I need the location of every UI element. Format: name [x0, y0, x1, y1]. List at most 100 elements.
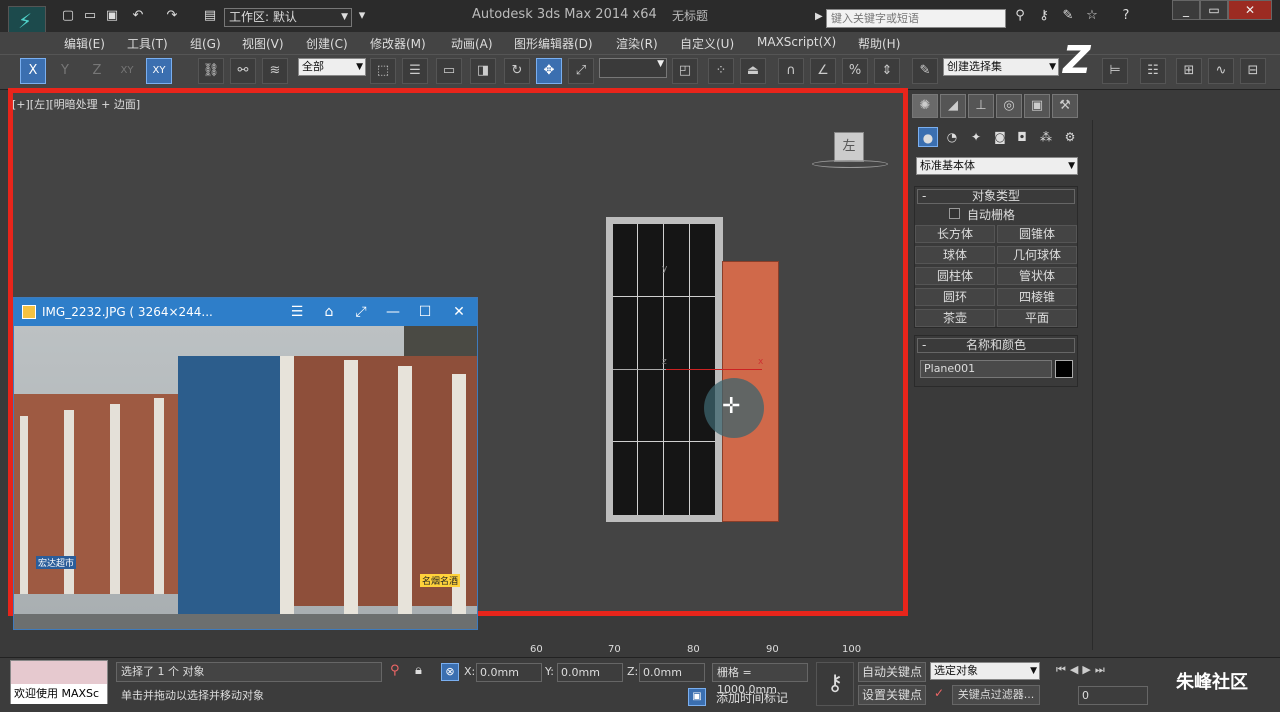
- cylinder-button[interactable]: 圆柱体: [915, 267, 995, 285]
- curve-editor-icon[interactable]: ∿: [1208, 58, 1234, 84]
- tube-button[interactable]: 管状体: [997, 267, 1077, 285]
- motion-tab-icon[interactable]: ◎: [996, 94, 1022, 118]
- key-filters-button[interactable]: 关键点过滤器...: [952, 685, 1040, 705]
- reference-coordinate-dropdown[interactable]: ▼: [599, 58, 667, 78]
- menu-modifiers[interactable]: 修改器(M): [370, 35, 426, 52]
- layer-manager-icon[interactable]: ☷: [1140, 58, 1166, 84]
- minimize-button[interactable]: _: [1172, 0, 1200, 20]
- undo-icon[interactable]: ↶: [130, 8, 146, 24]
- select-manipulate-icon[interactable]: ⁘: [708, 58, 734, 84]
- redo-icon[interactable]: ↷: [164, 8, 180, 24]
- object-color-swatch[interactable]: [1055, 360, 1073, 378]
- axis-xy-lock-button[interactable]: XY: [146, 58, 172, 84]
- sphere-button[interactable]: 球体: [915, 246, 995, 264]
- pyramid-button[interactable]: 四棱锥: [997, 288, 1077, 306]
- viewcube[interactable]: 左: [834, 132, 864, 162]
- selection-lock-icon[interactable]: 🔒︎: [415, 663, 422, 678]
- modify-tab-icon[interactable]: ◢: [940, 94, 966, 118]
- keyboard-shortcut-icon[interactable]: ⏏: [740, 58, 766, 84]
- selection-filter-dropdown[interactable]: 全部 ▼: [298, 58, 366, 76]
- select-scale-icon[interactable]: ⤢: [568, 58, 594, 84]
- box-button[interactable]: 长方体: [915, 225, 995, 243]
- angle-snap-icon[interactable]: ∠: [810, 58, 836, 84]
- search-input[interactable]: 键入关键字或短语: [826, 9, 1006, 28]
- minimize-icon[interactable]: —: [378, 298, 408, 326]
- set-key-icon[interactable]: ⚷: [816, 662, 854, 706]
- axis-z-button[interactable]: Z: [84, 58, 110, 84]
- cone-button[interactable]: 圆锥体: [997, 225, 1077, 243]
- time-ruler[interactable]: 60 70 80 90 100: [478, 627, 908, 657]
- name-color-header[interactable]: - 名称和颜色: [917, 338, 1075, 353]
- workspace-dropdown[interactable]: 工作区: 默认 ▼: [224, 8, 352, 27]
- bind-space-warp-icon[interactable]: ≋: [262, 58, 288, 84]
- menu-tools[interactable]: 工具(T): [127, 35, 168, 52]
- current-frame-field[interactable]: 0: [1078, 686, 1148, 705]
- maximize-icon[interactable]: ☐: [410, 298, 440, 326]
- project-folder-icon[interactable]: ▤: [202, 8, 218, 24]
- time-tag-icon[interactable]: ▣: [688, 688, 706, 706]
- menu-create[interactable]: 创建(C): [306, 35, 348, 52]
- menu-graph-editors[interactable]: 图形编辑器(D): [514, 35, 593, 52]
- favorites-star-icon[interactable]: ☆: [1084, 8, 1100, 24]
- quick-access-more-icon[interactable]: ▾: [354, 8, 370, 24]
- spinner-snap-icon[interactable]: ⇕: [874, 58, 900, 84]
- percent-snap-icon[interactable]: %: [842, 58, 868, 84]
- menu-help[interactable]: 帮助(H): [858, 35, 900, 52]
- primitive-type-dropdown[interactable]: 标准基本体 ▼: [916, 157, 1078, 175]
- edit-named-selection-icon[interactable]: ✎: [912, 58, 938, 84]
- menu-group[interactable]: 组(G): [190, 35, 221, 52]
- set-key-button[interactable]: 设置关键点: [858, 685, 926, 705]
- align-icon[interactable]: ⊨: [1102, 58, 1128, 84]
- y-coordinate-field[interactable]: 0.0mm: [557, 663, 623, 682]
- shapes-icon[interactable]: ◔: [942, 127, 962, 147]
- lights-icon[interactable]: ✦: [966, 127, 986, 147]
- cameras-icon[interactable]: ◙: [990, 127, 1010, 147]
- select-by-name-icon[interactable]: ☰: [402, 58, 428, 84]
- save-file-icon[interactable]: ▣: [104, 8, 120, 24]
- viewport-label[interactable]: [+][左][明暗处理 + 边面]: [12, 96, 140, 112]
- autogrid-checkbox[interactable]: [949, 208, 960, 219]
- select-object-icon[interactable]: ⬚: [370, 58, 396, 84]
- key-mode-dropdown[interactable]: 选定对象 ▼: [930, 662, 1040, 680]
- geosphere-button[interactable]: 几何球体: [997, 246, 1077, 264]
- helpers-icon[interactable]: ◘: [1012, 127, 1032, 147]
- menu-edit[interactable]: 编辑(E): [64, 35, 105, 52]
- snaps-toggle-icon[interactable]: ∩: [778, 58, 804, 84]
- axis-y-button[interactable]: Y: [52, 58, 78, 84]
- skin-icon[interactable]: ⌂: [314, 298, 344, 326]
- menu-maxscript[interactable]: MAXScript(X): [757, 35, 836, 49]
- close-icon[interactable]: ✕: [444, 298, 474, 326]
- unlink-icon[interactable]: ⚯: [230, 58, 256, 84]
- geometry-icon[interactable]: ●: [918, 127, 938, 147]
- add-time-tag[interactable]: 添加时间标记: [716, 689, 788, 706]
- isolate-selection-icon[interactable]: ⚲: [390, 663, 400, 678]
- restore-button[interactable]: ▭: [1200, 0, 1228, 20]
- scene-explorer-icon[interactable]: ⊞: [1176, 58, 1202, 84]
- z-coordinate-field[interactable]: 0.0mm: [639, 663, 705, 682]
- axis-x-button[interactable]: X: [20, 58, 46, 84]
- new-file-icon[interactable]: ▢: [60, 8, 76, 24]
- select-rotate-icon[interactable]: ↻: [504, 58, 530, 84]
- select-move-icon[interactable]: ✥: [536, 58, 562, 84]
- key-filter-icon[interactable]: ✓: [934, 686, 944, 700]
- auto-key-button[interactable]: 自动关键点: [858, 662, 926, 682]
- communication-icon[interactable]: ✎: [1060, 8, 1076, 24]
- axis-xy-button[interactable]: XY: [114, 58, 140, 84]
- pivot-center-icon[interactable]: ◰: [672, 58, 698, 84]
- fullscreen-icon[interactable]: ⤢: [346, 298, 376, 326]
- binoculars-icon[interactable]: ⚲: [1012, 8, 1028, 24]
- menu-icon[interactable]: ☰: [282, 298, 312, 326]
- viewcube-ring[interactable]: [812, 160, 888, 168]
- torus-button[interactable]: 圆环: [915, 288, 995, 306]
- x-coordinate-field[interactable]: 0.0mm: [476, 663, 542, 682]
- maxscript-label[interactable]: 欢迎使用 MAXSc: [11, 684, 107, 704]
- named-selection-dropdown[interactable]: 创建选择集 ▼: [943, 58, 1059, 76]
- create-tab-icon[interactable]: ✺: [912, 94, 938, 118]
- utilities-tab-icon[interactable]: ⚒: [1052, 94, 1078, 118]
- space-warps-icon[interactable]: ⁂: [1036, 127, 1056, 147]
- menu-animation[interactable]: 动画(A): [451, 35, 493, 52]
- teapot-button[interactable]: 茶壶: [915, 309, 995, 327]
- rectangular-selection-icon[interactable]: ▭: [436, 58, 462, 84]
- display-tab-icon[interactable]: ▣: [1024, 94, 1050, 118]
- gizmo-x-axis[interactable]: [666, 369, 762, 370]
